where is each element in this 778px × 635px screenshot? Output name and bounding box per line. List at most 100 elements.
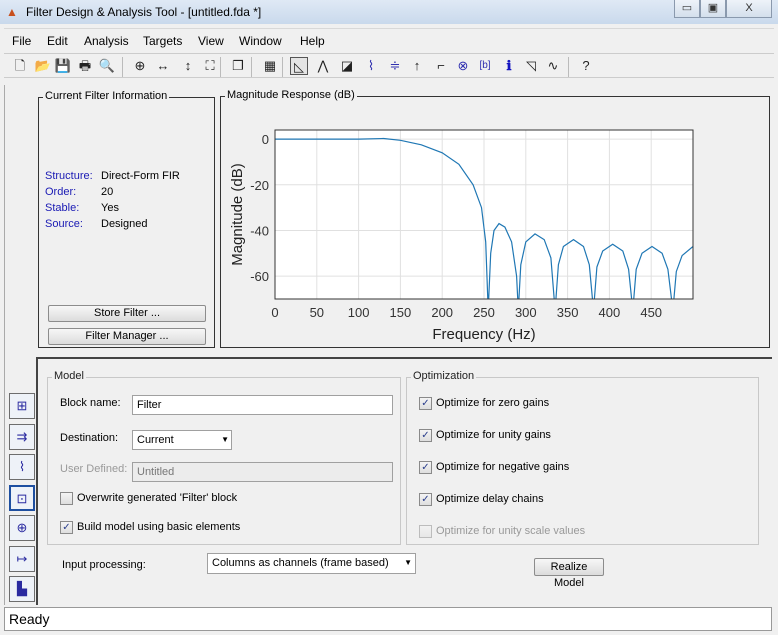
input-processing-select[interactable]: Columns as channels (frame based) ▼ — [207, 553, 416, 574]
design-filter-icon[interactable]: ▙ — [9, 576, 35, 602]
info-key: Source: — [45, 218, 83, 230]
round-off-noise-icon[interactable]: ∿ — [544, 57, 562, 75]
pole-zero-icon[interactable]: ⊗ — [454, 57, 472, 75]
optimization-checkbox[interactable]: ✓ — [419, 429, 432, 442]
menu-file[interactable]: File — [12, 34, 31, 48]
open-icon[interactable]: 📂 — [34, 57, 52, 75]
minimize-button[interactable]: ▭ — [674, 0, 700, 18]
x-tick-label: 350 — [557, 305, 579, 320]
group-title: Model — [52, 370, 86, 382]
chevron-down-icon: ▼ — [221, 435, 229, 444]
filter-coefficients-icon[interactable]: [b] — [476, 57, 494, 75]
divider — [4, 85, 5, 605]
x-tick-label: 100 — [348, 305, 370, 320]
menu-targets[interactable]: Targets — [143, 34, 182, 48]
optimization-checkbox[interactable]: ✓ — [419, 397, 432, 410]
x-tick-label: 50 — [310, 305, 324, 320]
menu-window[interactable]: Window — [239, 34, 282, 48]
store-filter-button[interactable]: Store Filter ... — [48, 305, 206, 322]
x-tick-label: 150 — [390, 305, 412, 320]
y-tick-label: -60 — [250, 269, 269, 284]
info-value: Direct-Form FIR — [101, 170, 180, 182]
overwrite-label: Overwrite generated 'Filter' block — [77, 492, 238, 504]
toolbar-separator — [568, 57, 569, 77]
destination-select[interactable]: Current ▼ — [132, 430, 232, 450]
realize-model-panel: Model Block name: Filter Destination: Cu… — [36, 357, 772, 605]
optimization-label: Optimize for unity scale values — [436, 525, 586, 537]
x-tick-label: 400 — [599, 305, 621, 320]
info-value: Designed — [101, 218, 148, 230]
save-icon[interactable]: 💾 — [54, 57, 72, 75]
zoom-in-icon[interactable]: ⊕ — [131, 57, 149, 75]
zoom-y-icon[interactable]: ↕ — [179, 57, 197, 75]
quantize-icon[interactable]: ⌇ — [9, 454, 35, 480]
filter-manager-button[interactable]: Filter Manager ... — [48, 328, 206, 345]
matlab-icon: ▲ — [6, 5, 18, 19]
whats-this-icon[interactable]: ? — [577, 57, 595, 75]
toolbar-separator — [251, 57, 252, 77]
transform-filter-icon[interactable]: ⊞ — [9, 393, 35, 419]
input-processing-label: Input processing: — [62, 559, 146, 571]
close-button[interactable]: X — [726, 0, 772, 18]
info-value: 20 — [101, 186, 114, 198]
info-value: Yes — [101, 202, 119, 214]
magnitude-phase-icon[interactable]: ◪ — [338, 57, 356, 75]
optimization-checkbox[interactable] — [419, 525, 432, 538]
x-tick-label: 200 — [431, 305, 453, 320]
toolbar-separator — [282, 57, 283, 77]
y-tick-label: -20 — [250, 178, 269, 193]
menu-analysis[interactable]: Analysis — [84, 34, 129, 48]
toolbar-separator — [220, 57, 221, 77]
pole-zero-editor-icon[interactable]: ⊕ — [9, 515, 35, 541]
current-filter-info-panel: Current Filter Information Structure: Dir… — [38, 90, 215, 348]
filter-info-icon[interactable]: ℹ — [500, 57, 518, 75]
convert-structure-icon[interactable]: ⇉ — [9, 423, 35, 450]
x-tick-label: 0 — [271, 305, 278, 320]
basic-elements-checkbox[interactable]: ✓ — [60, 521, 73, 534]
optimization-label: Optimize for negative gains — [436, 461, 570, 473]
input-processing-value: Columns as channels (frame based) — [212, 557, 389, 569]
user-defined-input[interactable]: Untitled — [132, 462, 393, 482]
destination-label: Destination: — [60, 432, 119, 444]
menu-help[interactable]: Help — [300, 34, 325, 48]
realize-model-icon[interactable]: ⊡ — [9, 484, 35, 511]
chevron-down-icon: ▼ — [404, 558, 412, 567]
y-axis-label: Magnitude (dB) — [229, 163, 246, 266]
x-axis-label: Frequency (Hz) — [432, 326, 535, 343]
window-title: Filter Design & Analysis Tool - [untitle… — [26, 5, 262, 19]
optimization-group: Optimization ✓ Optimize for zero gains ✓ Op… — [406, 370, 759, 545]
model-group: Model Block name: Filter Destination: Cu… — [47, 370, 401, 545]
y-tick-label: -40 — [250, 223, 269, 238]
zoom-x-icon[interactable]: ↔ — [154, 57, 172, 75]
phase-response-icon[interactable]: ⋀ — [314, 57, 332, 75]
group-title: Optimization — [411, 370, 477, 382]
full-view-icon[interactable]: ⛶ — [201, 57, 219, 75]
new-icon[interactable]: 🗋 — [11, 57, 29, 75]
maximize-button[interactable]: ▣ — [700, 0, 726, 18]
magnitude-response-icon[interactable]: ◺ — [290, 57, 308, 75]
optimization-checkbox[interactable]: ✓ — [419, 461, 432, 474]
print-preview-icon[interactable]: 🔍 — [98, 57, 116, 75]
toolbar-separator — [122, 57, 123, 77]
filter-full-view-icon[interactable]: ▦ — [261, 57, 279, 75]
phase-delay-icon[interactable]: ≑ — [386, 57, 404, 75]
optimization-label: Optimize delay chains — [436, 493, 544, 505]
optimization-label: Optimize for unity gains — [436, 429, 551, 441]
group-delay-icon[interactable]: ⌇ — [362, 57, 380, 75]
magnitude-estimate-icon[interactable]: ◹ — [522, 57, 540, 75]
info-key: Stable: — [45, 202, 80, 214]
step-response-icon[interactable]: ⌐ — [432, 57, 450, 75]
x-tick-label: 450 — [640, 305, 662, 320]
impulse-response-icon[interactable]: ↑ — [408, 57, 426, 75]
new-figure-icon[interactable]: ❐ — [229, 57, 247, 75]
optimization-label: Optimize for zero gains — [436, 397, 550, 409]
realize-model-button[interactable]: Realize Model — [534, 558, 604, 589]
overwrite-checkbox[interactable] — [60, 492, 73, 505]
block-name-input[interactable]: Filter — [132, 395, 393, 415]
menu-edit[interactable]: Edit — [47, 34, 68, 48]
import-filter-icon[interactable]: ↦ — [9, 545, 35, 572]
y-tick-label: 0 — [262, 132, 269, 147]
menu-view[interactable]: View — [198, 34, 224, 48]
print-icon[interactable]: 🖶 — [76, 57, 94, 75]
optimization-checkbox[interactable]: ✓ — [419, 493, 432, 506]
